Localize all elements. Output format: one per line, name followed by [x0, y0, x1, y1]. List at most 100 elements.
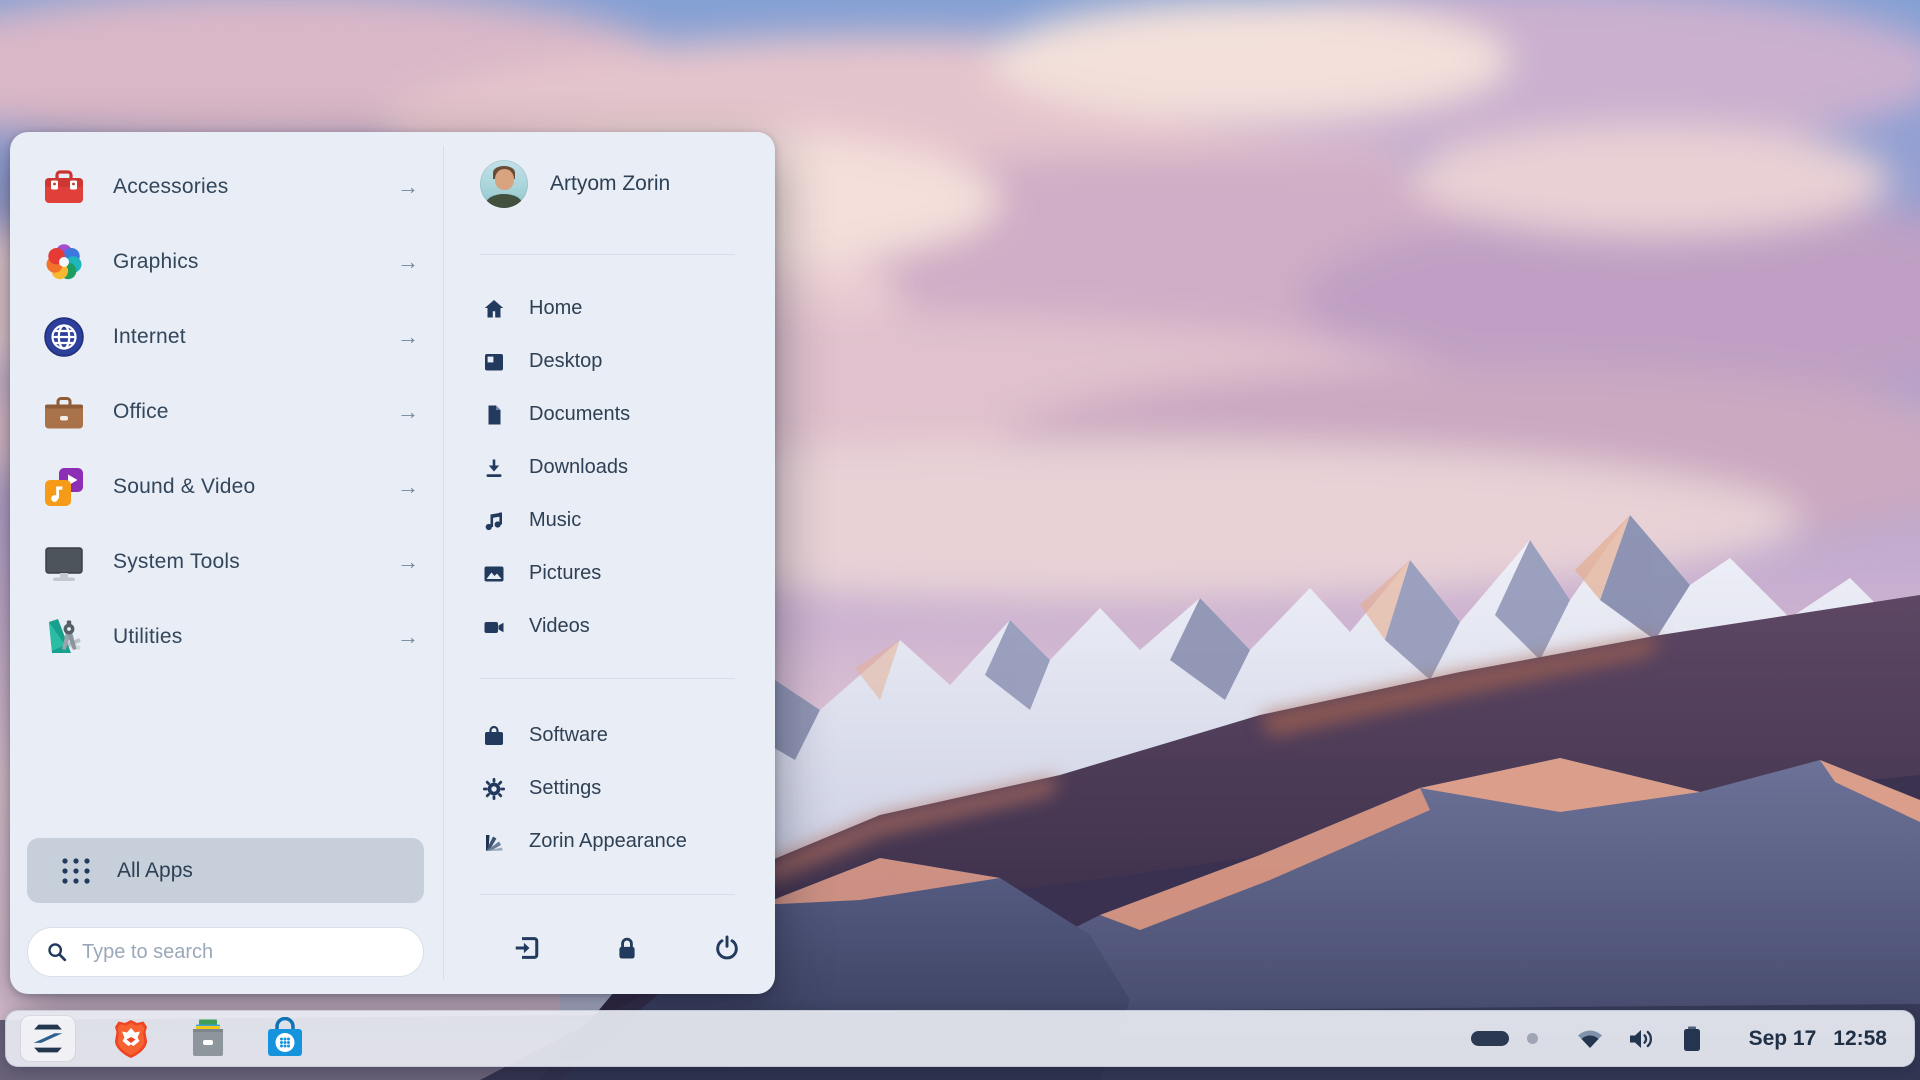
category-label: Accessories: [113, 175, 397, 199]
software-store-icon: [263, 1017, 307, 1061]
category-label: Internet: [113, 325, 397, 349]
category-internet[interactable]: Internet →: [10, 299, 443, 374]
taskbar-date[interactable]: Sep 17: [1749, 1027, 1817, 1051]
category-label: System Tools: [113, 550, 397, 574]
session-controls: [510, 928, 744, 968]
category-sound-video[interactable]: Sound & Video →: [10, 449, 443, 524]
system-tray: Sep 17 12:58: [1471, 1025, 1914, 1053]
arrow-right-icon: →: [397, 324, 419, 350]
toolbox-icon: [42, 165, 86, 209]
wifi-icon: [1576, 1027, 1604, 1051]
lock-button[interactable]: [610, 931, 644, 965]
media-icon: [42, 465, 86, 509]
search-box[interactable]: [27, 927, 424, 977]
category-column: Accessories → Graphics →: [10, 132, 443, 994]
arrow-right-icon: →: [397, 474, 419, 500]
software-store-button[interactable]: [263, 1017, 307, 1061]
category-label: Graphics: [113, 250, 397, 274]
place-label: Home: [529, 297, 582, 320]
category-accessories[interactable]: Accessories →: [10, 149, 443, 224]
desktop-icon: [482, 350, 506, 374]
category-label: Utilities: [113, 625, 397, 649]
arrow-right-icon: →: [397, 249, 419, 275]
home-icon: [482, 297, 506, 321]
place-home[interactable]: Home: [482, 282, 759, 335]
volume-button[interactable]: [1628, 1027, 1656, 1051]
arrow-right-icon: →: [397, 549, 419, 575]
category-utilities[interactable]: Utilities →: [10, 599, 443, 674]
menu-item-settings[interactable]: Settings: [482, 762, 759, 815]
workspace-indicator-inactive[interactable]: [1527, 1033, 1538, 1044]
category-system-tools[interactable]: System Tools →: [10, 524, 443, 599]
category-office[interactable]: Office →: [10, 374, 443, 449]
divider: [480, 678, 735, 679]
document-icon: [482, 403, 506, 427]
menu-item-software[interactable]: Software: [482, 709, 759, 762]
log-out-icon: [512, 933, 542, 963]
taskbar: Sep 17 12:58: [5, 1010, 1915, 1067]
place-music[interactable]: Music: [482, 494, 759, 547]
video-camera-icon: [482, 615, 506, 639]
zorin-appearance-icon: [482, 830, 506, 854]
log-out-button[interactable]: [510, 931, 544, 965]
place-downloads[interactable]: Downloads: [482, 441, 759, 494]
lock-icon: [613, 934, 641, 962]
places-column: Artyom Zorin Home Desktop: [444, 132, 775, 994]
place-label: Desktop: [529, 350, 602, 373]
app-menu-panel: Accessories → Graphics →: [10, 132, 775, 994]
place-label: Music: [529, 509, 581, 532]
divider: [480, 254, 735, 255]
all-apps-label: All Apps: [117, 859, 193, 883]
file-manager-icon: [186, 1017, 230, 1061]
taskbar-time[interactable]: 12:58: [1833, 1027, 1887, 1051]
files-button[interactable]: [186, 1017, 230, 1061]
user-avatar: [480, 160, 528, 208]
power-icon: [713, 934, 741, 962]
music-icon: [482, 509, 506, 533]
brave-browser-button[interactable]: [109, 1017, 153, 1061]
desktop: Accessories → Graphics →: [0, 0, 1920, 1080]
menu-item-label: Software: [529, 724, 608, 747]
place-desktop[interactable]: Desktop: [482, 335, 759, 388]
place-videos[interactable]: Videos: [482, 600, 759, 653]
place-label: Videos: [529, 615, 590, 638]
power-button[interactable]: [710, 931, 744, 965]
battery-button[interactable]: [1681, 1025, 1703, 1053]
search-icon: [46, 941, 68, 963]
utilities-icon: [42, 615, 86, 659]
picture-icon: [482, 562, 506, 586]
download-icon: [482, 456, 506, 480]
arrow-right-icon: →: [397, 399, 419, 425]
category-label: Office: [113, 400, 397, 424]
place-pictures[interactable]: Pictures: [482, 547, 759, 600]
globe-icon: [42, 315, 86, 359]
wifi-status-button[interactable]: [1576, 1027, 1604, 1051]
user-account[interactable]: Artyom Zorin: [480, 160, 670, 208]
gear-icon: [482, 777, 506, 801]
zorin-menu-button[interactable]: [20, 1015, 76, 1062]
battery-icon: [1681, 1025, 1703, 1053]
category-label: Sound & Video: [113, 475, 397, 499]
search-input[interactable]: [82, 941, 407, 964]
place-label: Downloads: [529, 456, 628, 479]
arrow-right-icon: →: [397, 624, 419, 650]
arrow-right-icon: →: [397, 174, 419, 200]
menu-item-label: Zorin Appearance: [529, 830, 687, 853]
workspace-indicator-active[interactable]: [1471, 1031, 1509, 1046]
place-documents[interactable]: Documents: [482, 388, 759, 441]
user-name: Artyom Zorin: [550, 172, 670, 196]
divider: [480, 894, 735, 895]
zorin-logo-icon: [27, 1018, 69, 1060]
category-graphics[interactable]: Graphics →: [10, 224, 443, 299]
graphics-pinwheel-icon: [42, 240, 86, 284]
system-shortcuts: Software: [482, 709, 759, 868]
menu-item-label: Settings: [529, 777, 601, 800]
software-bag-icon: [482, 724, 506, 748]
monitor-icon: [42, 540, 86, 584]
all-apps-button[interactable]: All Apps: [27, 838, 424, 903]
apps-grid-icon: [61, 856, 91, 886]
menu-item-zorin-appearance[interactable]: Zorin Appearance: [482, 815, 759, 868]
briefcase-icon: [42, 390, 86, 434]
brave-icon: [109, 1017, 153, 1061]
place-label: Documents: [529, 403, 630, 426]
